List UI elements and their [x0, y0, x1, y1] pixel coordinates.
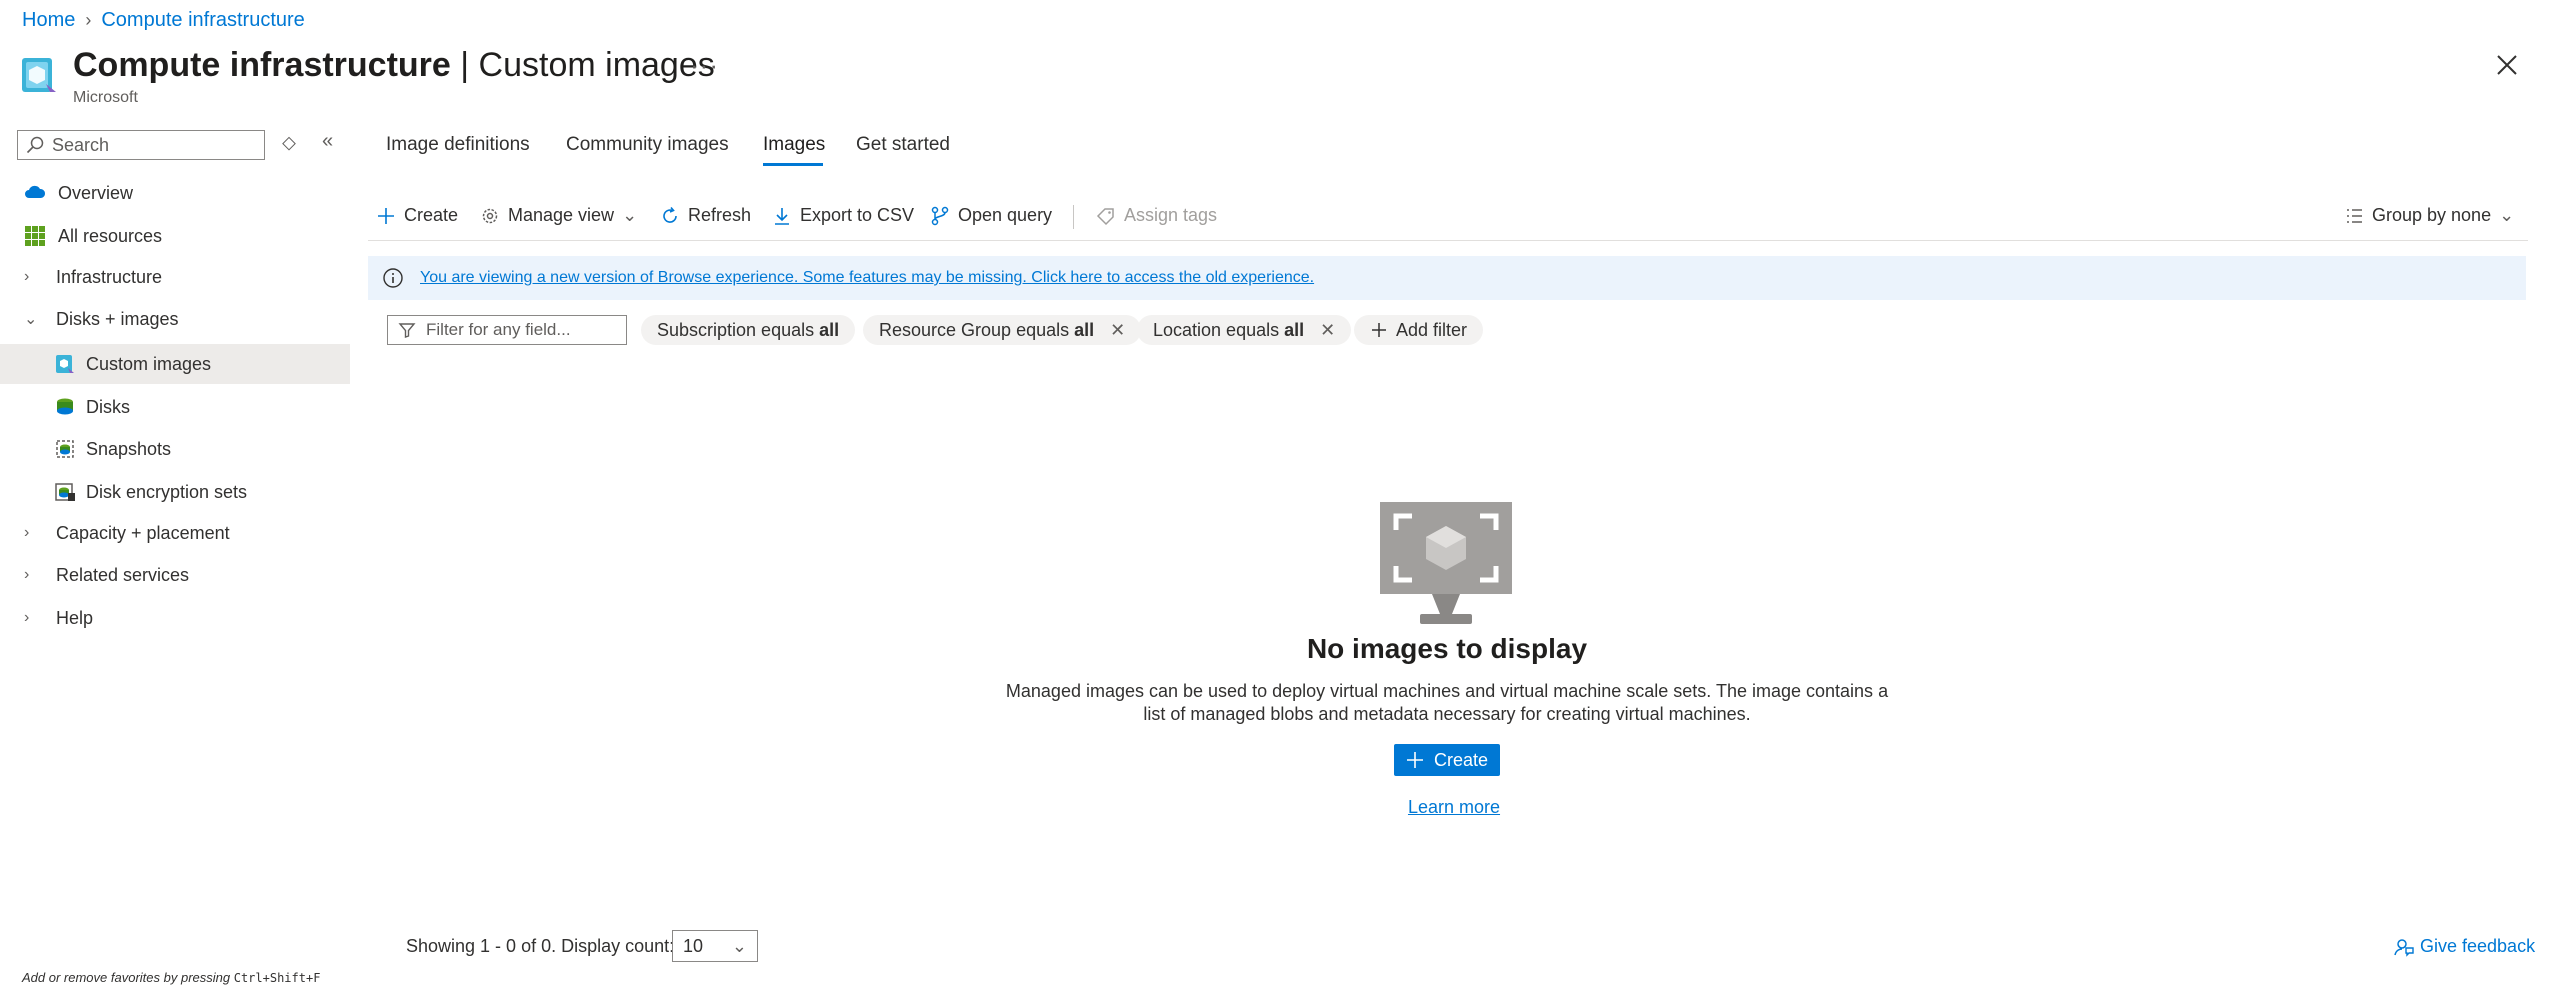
sidebar-item-help[interactable]: › Help: [0, 598, 350, 638]
plus-icon: [378, 207, 394, 224]
display-count-select[interactable]: 10 ⌄: [672, 930, 758, 962]
no-images-illustration: [1380, 502, 1512, 624]
plus-icon: [1406, 752, 1423, 768]
sidebar-item-infrastructure[interactable]: › Infrastructure: [0, 257, 350, 297]
pagination-summary: Showing 1 - 0 of 0. Display count:: [406, 936, 675, 956]
filter-placeholder: Filter for any field...: [426, 320, 571, 339]
filter-input[interactable]: Filter for any field...: [387, 315, 627, 345]
tag-icon: [1096, 207, 1114, 225]
empty-state-create-button[interactable]: Create: [1394, 744, 1500, 776]
sidebar-item-related-services[interactable]: › Related services: [0, 555, 350, 595]
add-filter-button[interactable]: Add filter: [1354, 315, 1484, 345]
favorites-hint: Add or remove favorites by pressing Ctrl…: [22, 970, 321, 985]
breadcrumb-home-link[interactable]: Home: [22, 9, 75, 32]
cloud-icon: [25, 185, 46, 198]
learn-more-link[interactable]: Learn more: [0, 797, 2554, 818]
grid-icon: [25, 226, 45, 246]
sidebar-item-all-resources[interactable]: All resources: [0, 216, 350, 256]
empty-state-description: Managed images can be used to deploy vir…: [1005, 681, 1889, 724]
more-actions-button[interactable]: ···: [690, 50, 719, 81]
chevron-right-icon: ›: [24, 268, 30, 285]
collapse-sidebar-icon[interactable]: «: [322, 130, 333, 153]
filter-pill-resource-group[interactable]: Resource Group equals all ✕: [863, 315, 1142, 345]
custom-images-icon: [22, 58, 56, 92]
filter-pill-location[interactable]: Location equals all ✕: [1137, 315, 1352, 345]
manage-view-button[interactable]: Manage view ⌄: [480, 205, 637, 226]
assign-tags-button[interactable]: Assign tags: [1096, 205, 1217, 226]
breadcrumb-current-link[interactable]: Compute infrastructure: [101, 9, 304, 32]
list-icon: [2347, 208, 2362, 223]
remove-filter-icon[interactable]: ✕: [1110, 320, 1125, 341]
create-button[interactable]: Create: [376, 205, 458, 226]
group-by-dropdown[interactable]: Group by none ⌄: [2344, 205, 2514, 226]
sidebar-search-input[interactable]: Search: [17, 130, 265, 160]
feedback-icon: [2394, 938, 2414, 957]
query-icon: [931, 206, 949, 225]
breadcrumb: Home › Compute infrastructure: [22, 9, 305, 32]
sidebar-item-overview[interactable]: Overview: [0, 173, 350, 213]
empty-state-title: No images to display: [1306, 633, 1588, 664]
active-tab-indicator: [763, 163, 823, 166]
sidebar-item-disks-images[interactable]: ⌄ Disks + images: [0, 299, 350, 339]
open-query-button[interactable]: Open query: [930, 205, 1052, 226]
chevron-down-icon: ⌄: [24, 311, 38, 328]
search-icon: [26, 136, 44, 154]
page-subtitle: Microsoft: [73, 89, 138, 106]
chevron-down-icon: ⌄: [622, 205, 638, 225]
expand-collapse-icon[interactable]: ⬦: [282, 132, 296, 155]
sidebar-item-disks[interactable]: Disks: [0, 387, 350, 427]
page-title: Compute infrastructure | Custom images: [73, 46, 715, 84]
custom-images-icon: [56, 355, 74, 373]
chevron-right-icon: ›: [24, 524, 30, 541]
chevron-down-icon: ⌄: [731, 935, 747, 956]
refresh-button[interactable]: Refresh: [660, 205, 751, 226]
filter-icon: [398, 323, 416, 338]
close-icon[interactable]: [2494, 52, 2520, 78]
chevron-right-icon: ›: [85, 10, 92, 30]
refresh-icon: [663, 206, 677, 223]
info-banner: You are viewing a new version of Browse …: [368, 256, 2526, 300]
sidebar-item-custom-images[interactable]: Custom images: [0, 344, 350, 384]
give-feedback-link[interactable]: Give feedback: [2394, 936, 2535, 957]
snapshot-icon: [56, 440, 74, 458]
sidebar-item-disk-encryption-sets[interactable]: Disk encryption sets: [0, 472, 350, 512]
toolbar-bottom-rule: [368, 240, 2528, 241]
old-experience-link[interactable]: You are viewing a new version of Browse …: [420, 269, 1314, 287]
info-icon: [383, 268, 403, 288]
filter-pill-subscription[interactable]: Subscription equals all: [641, 315, 856, 345]
download-icon: [775, 207, 789, 225]
sidebar-item-snapshots[interactable]: Snapshots: [0, 429, 350, 469]
remove-filter-icon[interactable]: ✕: [1320, 320, 1335, 341]
chevron-right-icon: ›: [24, 609, 30, 626]
toolbar-divider: [1073, 205, 1074, 229]
export-csv-button[interactable]: Export to CSV: [772, 205, 914, 226]
search-placeholder: Search: [52, 134, 110, 155]
disk-icon: [57, 398, 73, 415]
tab-community-images[interactable]: Community images: [566, 134, 729, 156]
chevron-down-icon: ⌄: [2499, 205, 2515, 225]
tab-images[interactable]: Images: [763, 134, 825, 156]
sidebar-item-capacity-placement[interactable]: › Capacity + placement: [0, 513, 350, 553]
plus-icon: [1372, 323, 1386, 337]
tab-get-started[interactable]: Get started: [856, 134, 950, 156]
disk-encryption-icon: [55, 483, 75, 501]
chevron-right-icon: ›: [24, 566, 30, 583]
gear-icon: [482, 208, 498, 223]
tab-image-definitions[interactable]: Image definitions: [386, 134, 530, 156]
